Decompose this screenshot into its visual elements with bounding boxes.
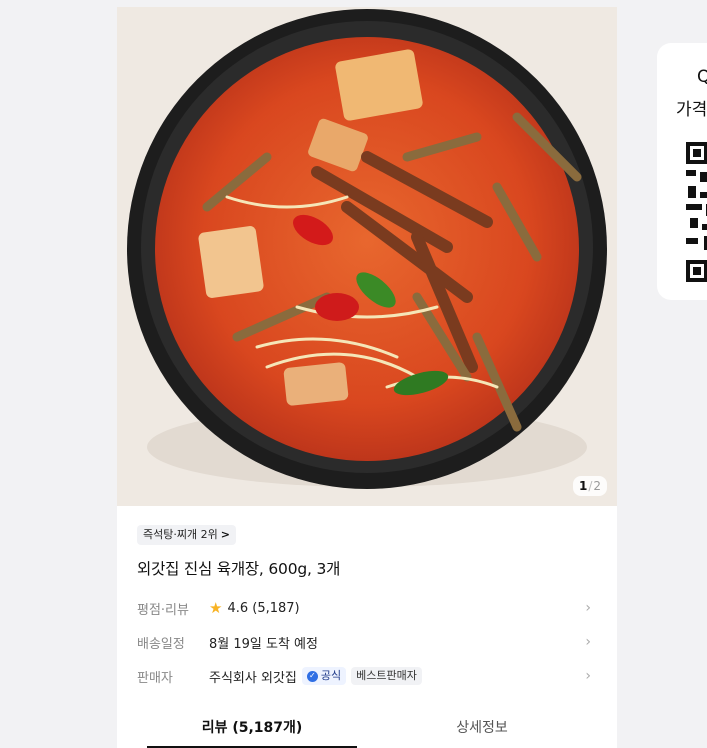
- category-rank-chip[interactable]: 즉석탕·찌개 2위 >: [137, 525, 236, 545]
- product-tabs: 리뷰 (5,187개) 상세정보: [117, 707, 617, 748]
- seller-label: 판매자: [137, 670, 173, 686]
- qr-panel-title-line2: 가격: [676, 100, 707, 120]
- rating-row[interactable]: 평점·리뷰 ★ 4.6 (5,187) ›: [137, 597, 595, 619]
- product-image[interactable]: 1/2: [117, 7, 617, 506]
- chevron-right-icon: ›: [585, 668, 591, 684]
- tab-reviews[interactable]: 리뷰 (5,187개): [147, 707, 357, 748]
- tab-details[interactable]: 상세정보: [377, 707, 587, 746]
- official-badge-label: 공식: [320, 669, 342, 682]
- official-badge: ✓ 공식: [301, 667, 347, 685]
- best-seller-badge: 베스트판매자: [351, 667, 422, 685]
- seller-name: 주식회사 외갓집: [209, 670, 297, 686]
- soup-bowl-illustration: [117, 7, 617, 506]
- rating-value: 4.6 (5,187): [227, 600, 300, 616]
- delivery-row[interactable]: 배송일정 8월 19일 도착 예정 ›: [137, 631, 595, 653]
- chevron-right-icon: ›: [585, 634, 591, 650]
- star-icon: ★: [209, 598, 223, 617]
- rating-label: 평점·리뷰: [137, 602, 189, 618]
- delivery-label: 배송일정: [137, 636, 185, 652]
- check-icon: ✓: [306, 670, 318, 682]
- image-counter: 1/2: [572, 476, 607, 496]
- chevron-right-icon: ›: [585, 600, 591, 616]
- image-counter-separator: /: [588, 479, 593, 493]
- qr-panel: Q 가격: [657, 43, 707, 300]
- image-counter-current: 1: [578, 479, 588, 493]
- qr-code-icon: [686, 142, 707, 282]
- category-rank-label: 즉석탕·찌개 2위: [143, 528, 218, 541]
- product-card: 1/2 즉석탕·찌개 2위 > 외갓집 진심 육개장, 600g, 3개 평점·…: [117, 7, 617, 748]
- seller-row[interactable]: 판매자 주식회사 외갓집 ✓ 공식 베스트판매자 ›: [137, 665, 595, 687]
- delivery-value: 8월 19일 도착 예정: [209, 636, 318, 652]
- image-counter-total: 2: [593, 479, 601, 493]
- product-title: 외갓집 진심 육개장, 600g, 3개: [137, 560, 341, 578]
- chevron-right-icon: >: [220, 528, 230, 541]
- qr-panel-title-line1: Q: [697, 67, 707, 87]
